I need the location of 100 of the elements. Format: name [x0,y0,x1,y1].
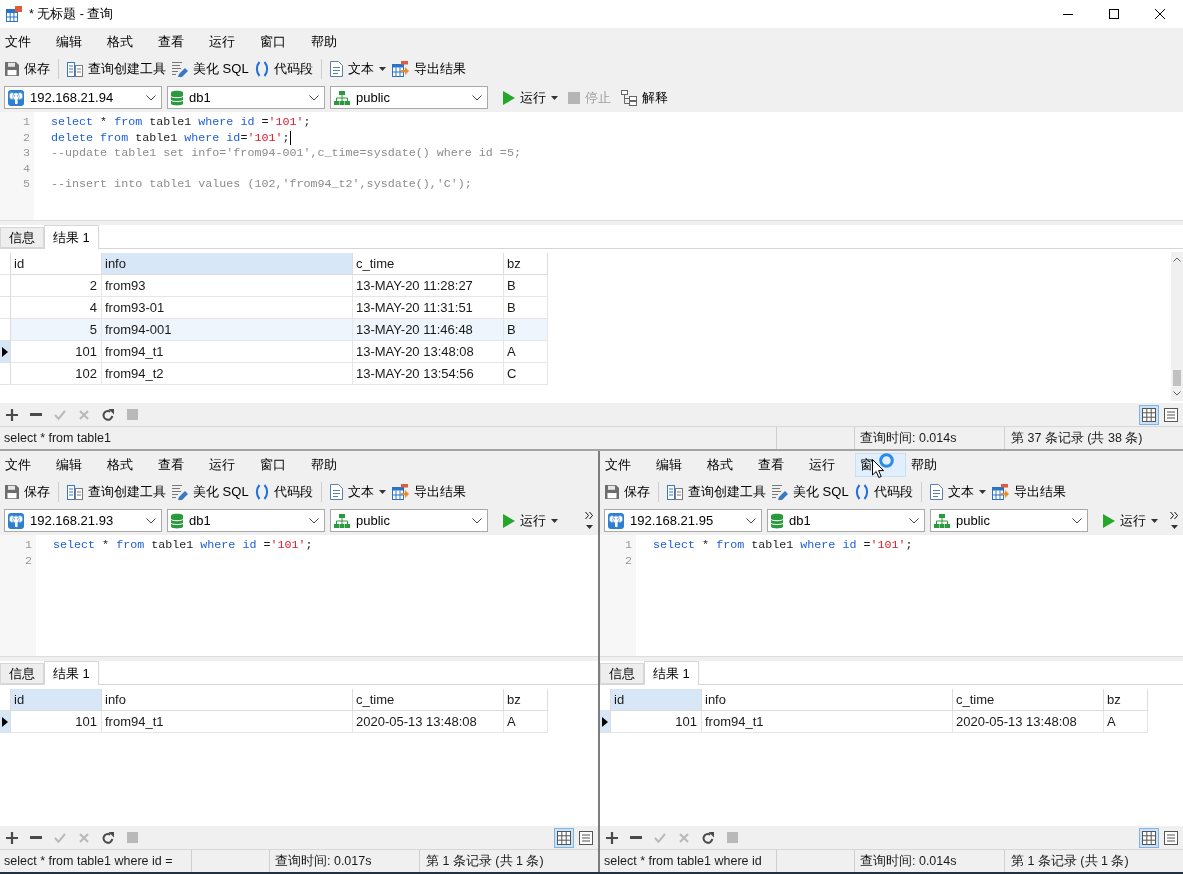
menu-item[interactable]: 编辑 [51,452,102,477]
caret-down-icon[interactable] [1170,525,1178,529]
menu-item[interactable]: 查看 [153,29,204,54]
menu-item[interactable]: 运行 [204,452,255,477]
column-header[interactable]: info [102,689,353,711]
query-builder-button[interactable]: 查询创建工具 [64,480,169,504]
menu-item[interactable]: 文件 [0,452,51,477]
parentheses-icon [254,61,269,77]
menu-item[interactable]: 查看 [153,452,204,477]
column-header[interactable]: bz [504,253,548,275]
text-button[interactable]: 文本 [326,57,389,81]
server-select[interactable]: 192.168.21.95 [604,509,762,532]
beautify-sql-button[interactable]: 美化 SQL [169,57,252,81]
server-select[interactable]: 192.168.21.93 [4,509,162,532]
export-button[interactable]: 导出结果 [388,57,469,81]
table-cell: 2020-05-13 13:48:08 [353,711,504,733]
table-cell: 4 [11,297,102,319]
menu-item[interactable]: 运行 [204,29,255,54]
table-cell: B [504,319,548,341]
result-tab[interactable]: 结果 1 [44,661,99,685]
snippet-button[interactable]: 代码段 [251,480,316,504]
scrollbar-thumb[interactable] [1173,370,1181,386]
menu-item[interactable]: 编辑 [651,452,702,477]
snippet-button[interactable]: 代码段 [851,480,916,504]
beautify-sql-button[interactable]: 美化 SQL [169,480,252,504]
database-select[interactable]: db1 [167,509,325,532]
run-button[interactable]: 运行 [500,508,561,533]
schema-select[interactable]: public [330,509,488,532]
column-header[interactable]: bz [504,689,548,711]
database-select[interactable]: db1 [767,509,925,532]
column-header[interactable]: info [702,689,953,711]
grid-view-button[interactable] [1139,404,1159,425]
menu-item[interactable]: 运行 [804,452,855,477]
menu-item[interactable]: 窗口 [255,452,306,477]
run-button[interactable]: 运行 [1100,508,1161,533]
line-number: 1 [624,538,633,554]
database-select[interactable]: db1 [167,86,325,109]
table-cell: 2020-05-13 13:48:08 [953,711,1104,733]
scrollbar[interactable] [1171,252,1183,401]
column-header[interactable]: info [102,253,353,275]
menu-item[interactable]: 帮助 [906,452,957,477]
caret-down-icon[interactable] [585,525,593,529]
double-chevron-icon[interactable] [585,512,593,519]
column-header[interactable]: bz [1104,689,1148,711]
menu-item[interactable]: 格式 [102,29,153,54]
menu-item[interactable]: 格式 [102,452,153,477]
snippet-button[interactable]: 代码段 [251,57,316,81]
menu-item[interactable]: 文件 [0,29,51,54]
menu-item[interactable]: 帮助 [306,452,357,477]
chevron-down-icon [472,517,482,524]
column-header[interactable]: id [11,689,102,711]
save-button[interactable]: 保存 [2,480,53,504]
menu-item[interactable]: 格式 [702,452,753,477]
column-header[interactable]: id [611,689,702,711]
result-tab[interactable]: 信息 [0,227,44,248]
save-button[interactable]: 保存 [602,480,653,504]
query-builder-button[interactable]: 查询创建工具 [64,57,169,81]
refresh-icon[interactable] [102,408,114,421]
row-indicator[interactable] [0,711,11,733]
schema-select[interactable]: public [930,509,1088,532]
result-tab[interactable]: 信息 [600,663,644,684]
refresh-icon[interactable] [702,831,714,844]
menu-item[interactable]: 帮助 [306,29,357,54]
menu-item[interactable]: 文件 [600,452,651,477]
export-button[interactable]: 导出结果 [988,480,1069,504]
arrow-up-icon[interactable] [1173,257,1181,262]
explain-button[interactable]: 解释 [618,85,671,110]
table-cell: A [1104,711,1148,733]
column-header[interactable]: c_time [953,689,1104,711]
minimize-icon[interactable] [1063,13,1073,15]
result-tab[interactable]: 结果 1 [44,225,99,249]
query-builder-button[interactable]: 查询创建工具 [664,480,769,504]
beautify-sql-button[interactable]: 美化 SQL [769,480,852,504]
result-tab[interactable]: 结果 1 [644,661,699,685]
column-header[interactable]: c_time [353,253,504,275]
schema-select[interactable]: public [330,86,488,109]
column-header[interactable]: id [11,253,102,275]
menu-item[interactable]: 窗口 [255,29,306,54]
grid-view-button[interactable] [1139,827,1159,848]
result-tab[interactable]: 信息 [0,663,44,684]
maximize-icon[interactable] [1109,9,1119,19]
plus-icon[interactable] [6,408,18,421]
export-button[interactable]: 导出结果 [388,480,469,504]
plus-icon[interactable] [6,831,18,844]
run-button[interactable]: 运行 [500,85,561,110]
text-button[interactable]: 文本 [926,480,989,504]
double-chevron-icon[interactable] [1170,512,1178,519]
menu-item[interactable]: 查看 [753,452,804,477]
server-select[interactable]: 192.168.21.94 [4,86,162,109]
grid-view-button[interactable] [554,827,574,848]
menu-item[interactable]: 编辑 [51,29,102,54]
save-button[interactable]: 保存 [2,57,53,81]
arrow-down-icon[interactable] [1173,391,1181,396]
refresh-icon[interactable] [102,831,114,844]
row-indicator[interactable] [600,711,611,733]
plus-icon[interactable] [606,831,618,844]
close-icon[interactable] [1155,9,1165,19]
column-header[interactable]: c_time [353,689,504,711]
database-icon [171,512,183,529]
text-button[interactable]: 文本 [326,480,389,504]
